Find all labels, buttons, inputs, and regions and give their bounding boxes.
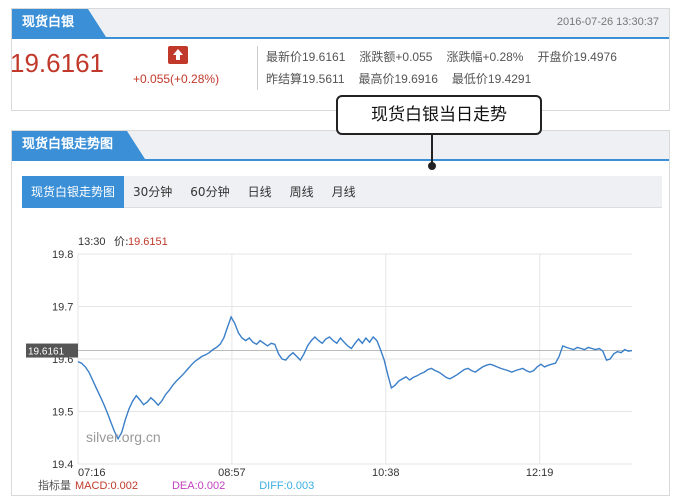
indicator-label: 指标量 <box>38 480 71 492</box>
y-tick-label: 19.5 <box>52 407 73 419</box>
watermark: silver.org.cn <box>86 429 161 445</box>
tab-trend[interactable]: 现货白银走势图 <box>22 176 125 208</box>
stat-latest: 最新价19.6161 <box>266 50 346 64</box>
indicator-legend: 指标量 MACD:0.002 DEA:0.002 DIFF:0.003 <box>38 477 348 493</box>
quote-timestamp: 2016-07-26 13:30:37 <box>556 16 659 28</box>
stat-change-pct: 涨跌幅+0.28% <box>446 50 524 64</box>
chart-grid <box>77 253 632 465</box>
current-price: 19.6161 <box>10 48 104 78</box>
hover-price-label: 价: <box>114 235 129 248</box>
chart-title: 现货白银走势图 <box>12 131 146 159</box>
stat-low: 最低价19.4291 <box>451 72 532 86</box>
tab-30min[interactable]: 30分钟 <box>124 176 181 208</box>
stat-open: 开盘价19.4976 <box>537 50 617 64</box>
y-axis-ticks: 19.819.719.619.519.4 <box>52 249 73 471</box>
series-line-silver <box>77 315 633 441</box>
y-tick-label: 19.7 <box>52 302 73 314</box>
hover-time: 13:30 <box>78 236 106 248</box>
quote-title: 现货白银 <box>12 9 107 37</box>
x-tick-label: 10:38 <box>372 467 400 479</box>
price-change: +0.055(+0.28%) <box>133 72 220 86</box>
hover-price: 19.6151 <box>128 236 168 248</box>
macd-value: MACD:0.002 <box>75 480 138 492</box>
x-tick-label: 12:19 <box>526 467 554 479</box>
divider <box>257 46 258 90</box>
tab-monthly[interactable]: 月线 <box>323 176 365 208</box>
tab-daily[interactable]: 日线 <box>239 176 281 208</box>
trend-callout: 现货白银当日走势 <box>336 95 542 135</box>
diff-value: DIFF:0.003 <box>259 480 315 492</box>
stat-high: 最高价19.6916 <box>358 72 438 86</box>
y-tick-label: 19.8 <box>52 249 73 261</box>
callout-pointer <box>431 135 433 165</box>
chart-tabs: 现货白银走势图 30分钟 60分钟 日线 周线 月线 <box>22 176 662 208</box>
price-chart[interactable]: 19.819.719.619.519.4 07:16 08:57 10:38 12:1… <box>12 219 669 495</box>
quote-stats: 最新价19.6161 涨跌额+0.055 涨跌幅+0.28% 开盘价19.4976 昨… <box>266 46 631 90</box>
callout-dot <box>428 162 436 170</box>
y-tick-label: 19.4 <box>52 459 73 471</box>
tab-60min[interactable]: 60分钟 <box>181 176 238 208</box>
quote-header: 现货白银 2016-07-26 13:30:37 <box>12 9 669 39</box>
current-price-tag-text: 19.6161 <box>28 347 65 358</box>
chart-panel: 现货白银走势图 现货白银走势图 30分钟 60分钟 日线 周线 月线 19.8 1… <box>11 130 670 496</box>
stat-change-amount: 涨跌额+0.055 <box>359 50 433 64</box>
up-arrow-icon <box>168 46 188 64</box>
chart-header: 现货白银走势图 <box>12 131 669 161</box>
stat-prev-settle: 昨结算19.5611 <box>266 72 345 86</box>
dea-value: DEA:0.002 <box>171 480 226 492</box>
tab-weekly[interactable]: 周线 <box>281 176 323 208</box>
